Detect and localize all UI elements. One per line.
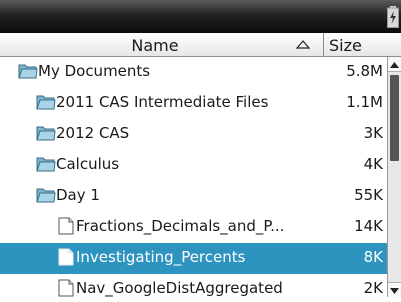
folder-icon	[36, 95, 56, 110]
sort-ascending-icon[interactable]	[296, 40, 310, 49]
scrollbar-thumb[interactable]	[390, 75, 399, 161]
list-item[interactable]: Nav_GoogleDistAggregated 2K	[0, 274, 387, 297]
scroll-down-button[interactable]	[388, 282, 401, 297]
battery-icon	[387, 6, 399, 28]
item-size: 2K	[363, 279, 383, 297]
chevron-down-icon	[390, 288, 399, 294]
item-name: Nav_GoogleDistAggregated	[76, 279, 283, 297]
item-size: 8K	[363, 248, 383, 266]
item-size: 1.1M	[346, 93, 383, 111]
item-name: Day 1	[56, 186, 100, 204]
name-column-label: Name	[131, 36, 179, 55]
list-item-selected[interactable]: Investigating_Percents 8K	[0, 243, 387, 274]
item-size: 55K	[354, 186, 383, 204]
column-header: Name Size	[0, 33, 401, 57]
folder-open-icon	[36, 188, 56, 203]
list-item[interactable]: My Documents 5.8M	[0, 57, 387, 88]
item-size: 3K	[363, 124, 383, 142]
item-name: 2012 CAS	[56, 124, 130, 142]
list-item[interactable]: Fractions_Decimals_and_P... 14K	[0, 212, 387, 243]
item-name: Investigating_Percents	[76, 248, 246, 266]
document-icon	[58, 279, 74, 297]
item-name: Calculus	[56, 155, 120, 173]
name-column-header[interactable]: Name	[0, 33, 324, 56]
list-item[interactable]: 2011 CAS Intermediate Files 1.1M	[0, 88, 387, 119]
size-column-label: Size	[329, 36, 362, 55]
scroll-up-button[interactable]	[388, 57, 401, 72]
file-list: My Documents 5.8M 2011 CAS Intermediate …	[0, 57, 387, 297]
folder-icon	[36, 126, 56, 141]
list-item[interactable]: Day 1 55K	[0, 181, 387, 212]
document-icon	[58, 248, 74, 266]
folder-icon	[36, 157, 56, 172]
chevron-up-icon	[390, 62, 399, 68]
document-icon	[58, 217, 74, 235]
scrollbar[interactable]	[387, 57, 401, 297]
item-name: Fractions_Decimals_and_P...	[76, 217, 285, 235]
list-item[interactable]: Calculus 4K	[0, 150, 387, 181]
item-size: 14K	[354, 217, 383, 235]
list-item[interactable]: 2012 CAS 3K	[0, 119, 387, 150]
size-column-header[interactable]: Size	[325, 33, 387, 56]
item-name: 2011 CAS Intermediate Files	[56, 93, 269, 111]
item-name: My Documents	[38, 62, 151, 80]
title-bar	[0, 0, 401, 33]
item-size: 5.8M	[346, 62, 383, 80]
folder-open-icon	[18, 64, 38, 79]
item-size: 4K	[363, 155, 383, 173]
